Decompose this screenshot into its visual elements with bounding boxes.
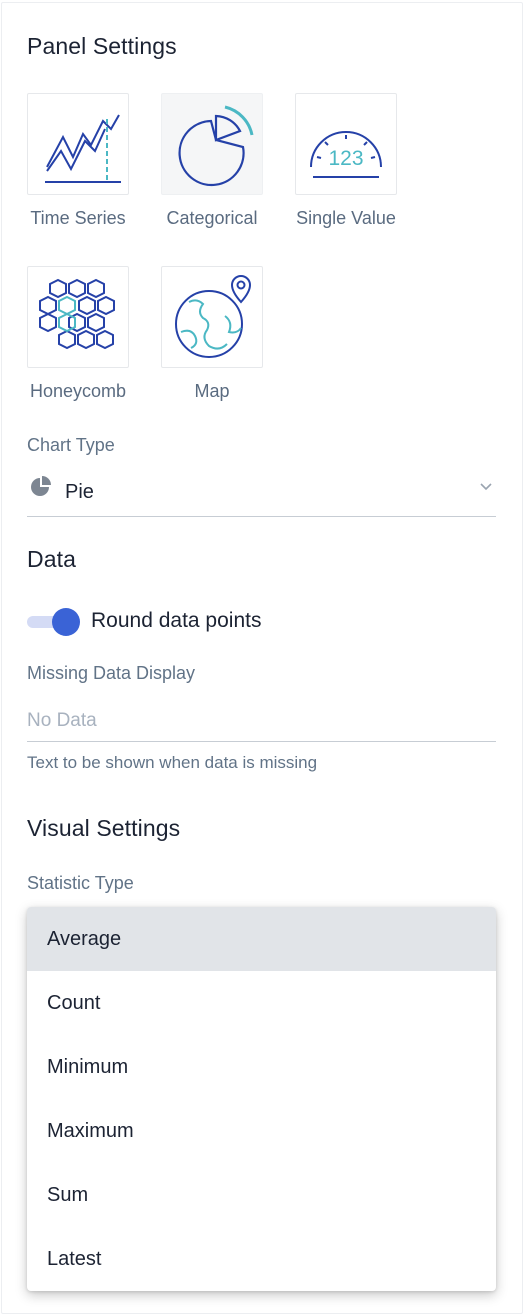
missing-data-display-label: Missing Data Display xyxy=(27,663,196,683)
statistic-option-sum[interactable]: Sum xyxy=(27,1163,496,1227)
categorical-icon xyxy=(178,105,254,187)
panel-type-label: Map xyxy=(194,381,230,401)
time-series-icon xyxy=(45,114,121,183)
panel-type-label: Time Series xyxy=(30,208,126,228)
round-data-points-toggle[interactable] xyxy=(27,607,81,637)
single-value-icon-text: 123 xyxy=(328,147,363,170)
panel-type-honeycomb[interactable] xyxy=(27,266,129,368)
statistic-option-count[interactable]: Count xyxy=(27,971,496,1035)
panel-type-label: Categorical xyxy=(166,208,258,228)
panel-type-time-series[interactable] xyxy=(27,93,129,195)
chart-type-label: Chart Type xyxy=(27,435,115,455)
chart-type-value: Pie xyxy=(65,481,94,503)
panel-type-single-value[interactable]: 123 xyxy=(295,93,397,195)
statistic-type-label: Statistic Type xyxy=(27,873,134,893)
round-data-points-label: Round data points xyxy=(91,609,262,632)
honeycomb-icon xyxy=(39,278,115,350)
statistic-option-average[interactable]: Average xyxy=(27,907,496,971)
chevron-down-icon xyxy=(480,483,492,491)
missing-data-display-input[interactable] xyxy=(27,700,496,742)
panel-type-categorical[interactable] xyxy=(161,93,263,195)
panel-type-map[interactable] xyxy=(161,266,263,368)
single-value-icon: 123 xyxy=(310,131,382,178)
data-section-title: Data xyxy=(27,546,76,572)
statistic-option-latest[interactable]: Latest xyxy=(27,1227,496,1291)
panel-type-label: Single Value xyxy=(296,208,396,228)
pie-icon xyxy=(31,476,51,496)
visual-settings-title: Visual Settings xyxy=(27,815,181,841)
toggle-knob xyxy=(52,608,80,636)
missing-data-helper-text: Text to be shown when data is missing xyxy=(27,753,318,772)
panel-settings-title: Panel Settings xyxy=(27,33,177,59)
map-icon xyxy=(175,274,252,358)
panel-type-label: Honeycomb xyxy=(29,381,127,401)
chart-type-select[interactable]: Pie xyxy=(27,470,496,517)
statistic-option-maximum[interactable]: Maximum xyxy=(27,1099,496,1163)
statistic-option-minimum[interactable]: Minimum xyxy=(27,1035,496,1099)
statistic-type-dropdown: Average Count Minimum Maximum Sum Latest xyxy=(27,907,496,1291)
